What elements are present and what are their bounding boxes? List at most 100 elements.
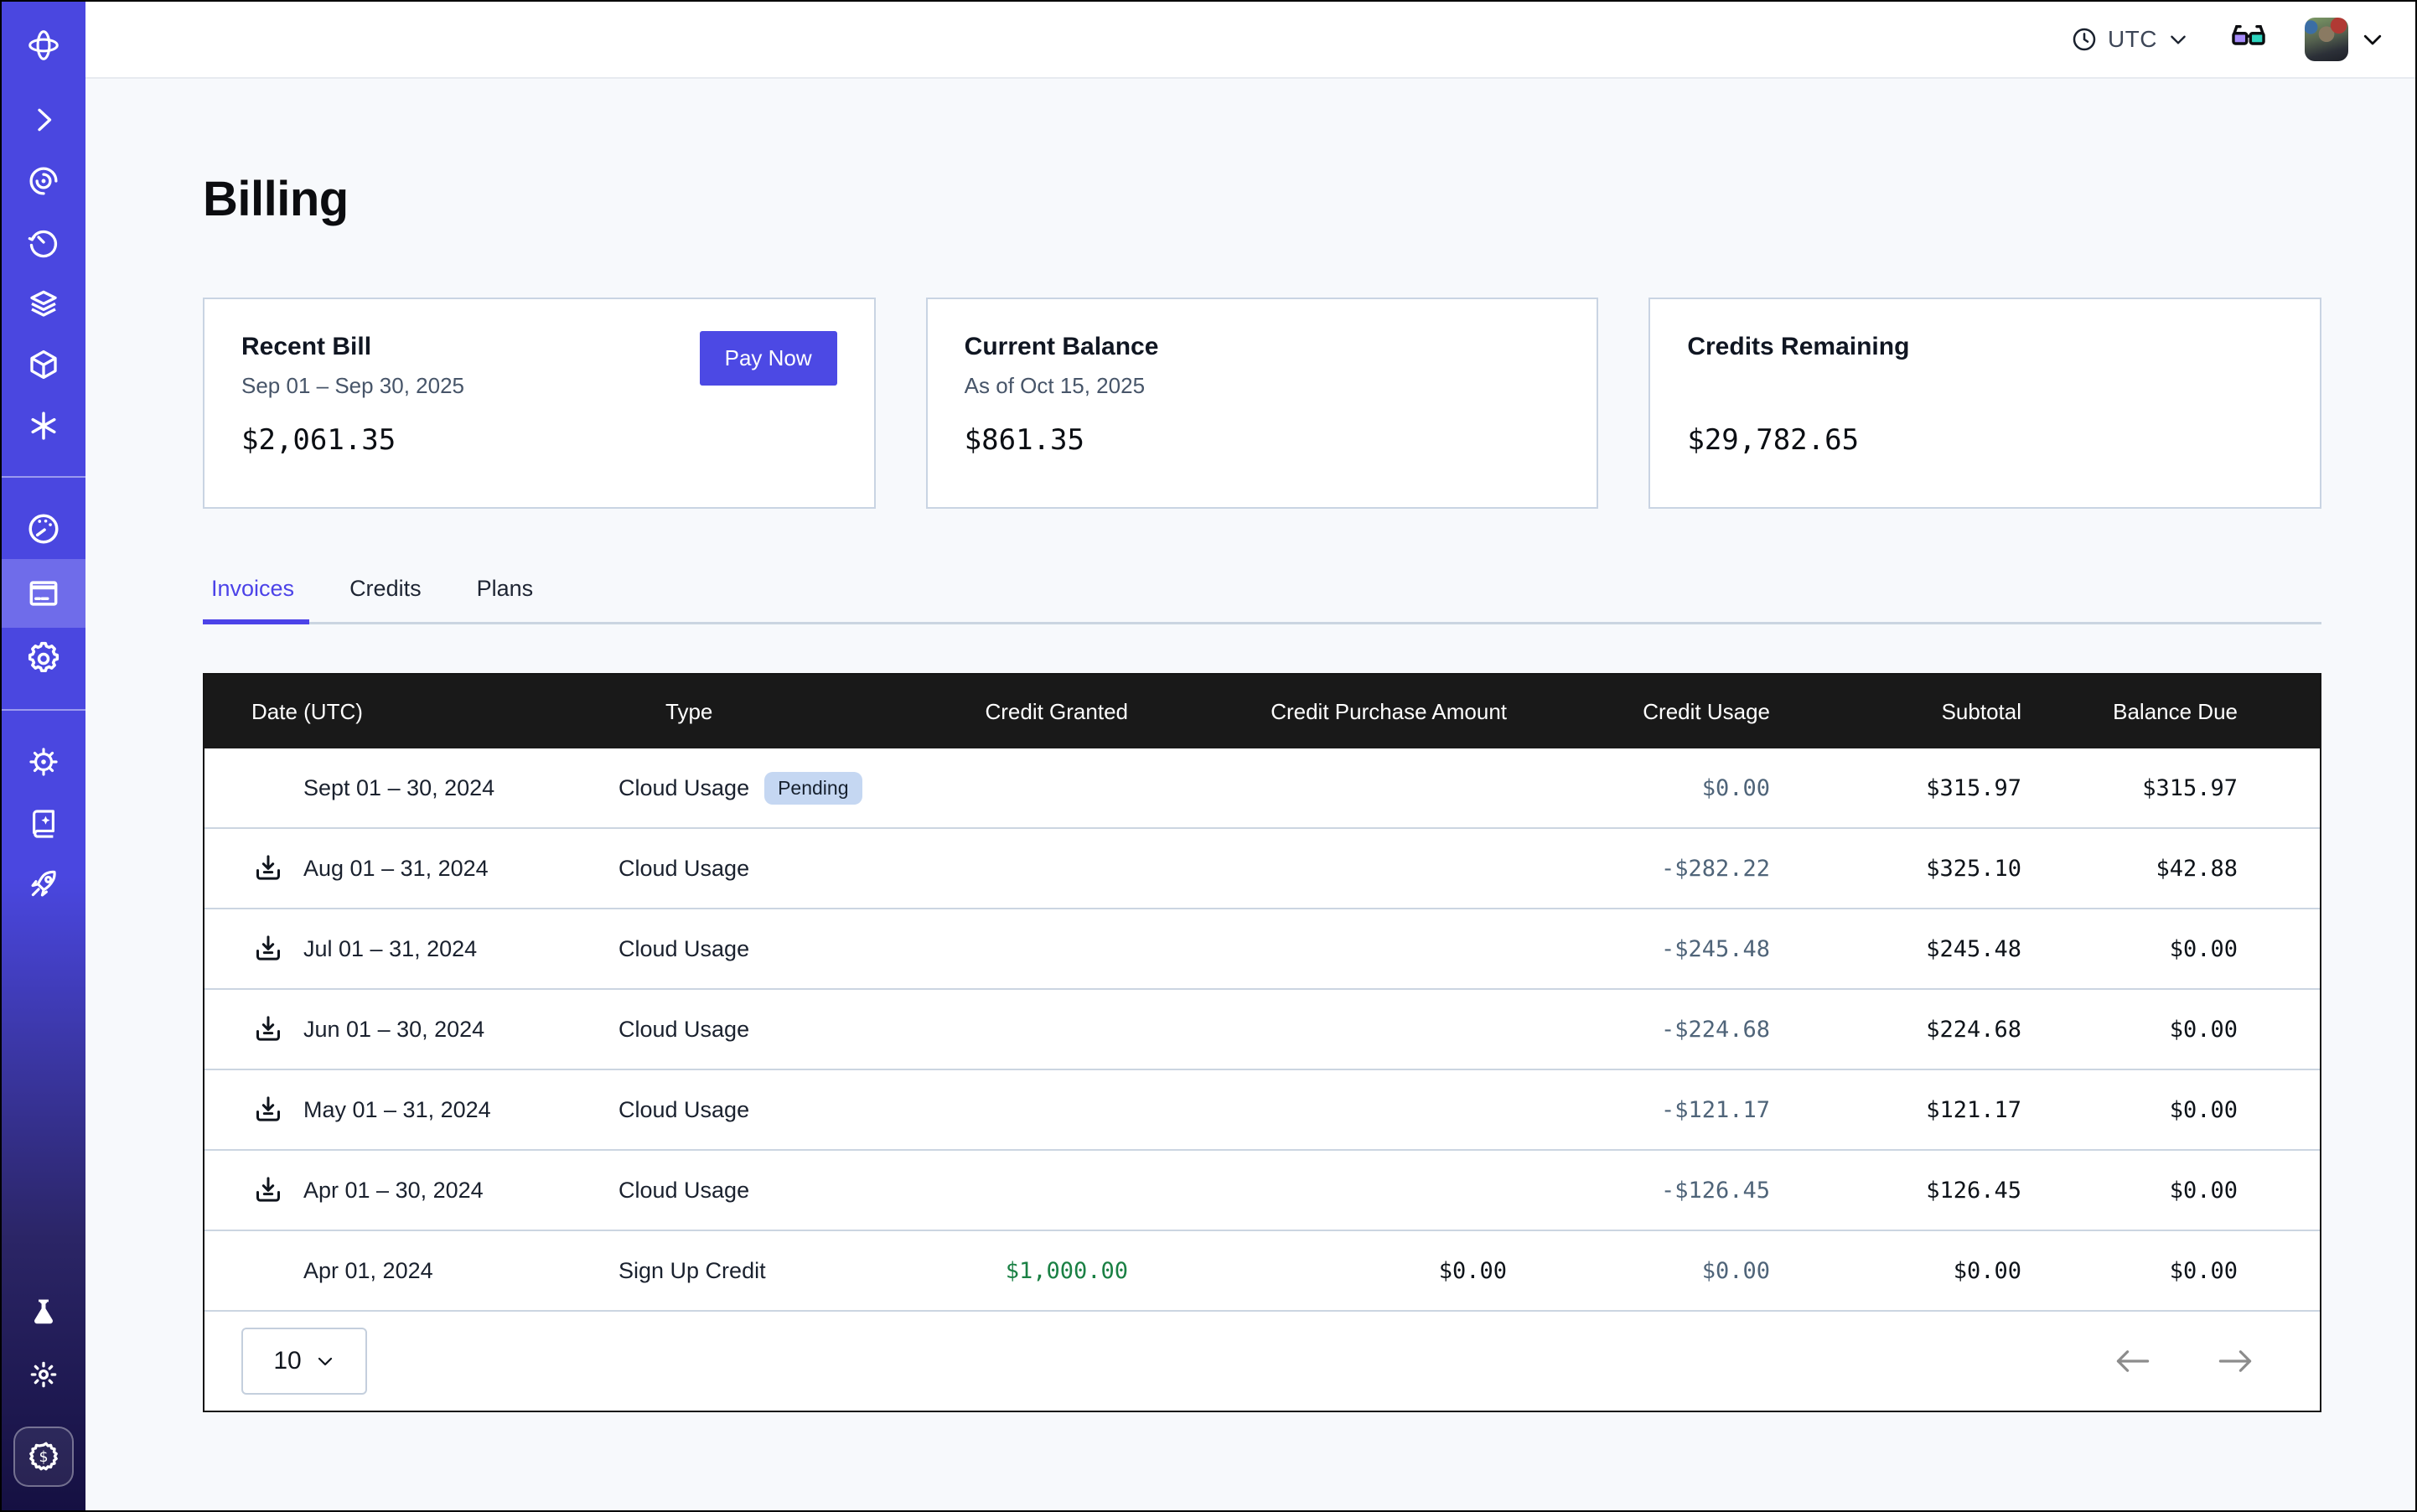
timezone-selector[interactable]: UTC xyxy=(2071,26,2189,53)
timezone-label: UTC xyxy=(2108,26,2157,53)
column-header: Credit Granted xyxy=(920,699,1128,725)
sidebar-item-settings[interactable] xyxy=(2,628,85,689)
column-header: Credit Purchase Amount xyxy=(1128,699,1507,725)
download-invoice-button[interactable] xyxy=(251,852,303,885)
usage-gauge-icon xyxy=(25,510,62,547)
card-title: Current Balance xyxy=(965,333,1560,361)
support-helm-icon xyxy=(26,744,61,779)
sidebar-item-theme-toggle[interactable] xyxy=(2,1344,85,1405)
download-invoice-button[interactable] xyxy=(251,932,303,966)
invoice-date-cell: Apr 01 – 30, 2024 xyxy=(204,1173,618,1207)
sidebar-item-layers[interactable] xyxy=(2,272,85,334)
tab-invoices[interactable]: Invoices xyxy=(208,576,298,622)
pagination xyxy=(2109,1343,2259,1380)
invoice-date: Jun 01 – 30, 2024 xyxy=(303,1017,484,1043)
billing-tabs: Invoices Credits Plans xyxy=(203,576,2321,624)
download-invoice-button[interactable] xyxy=(251,1173,303,1207)
balance-due-value: $0.00 xyxy=(2021,1017,2320,1043)
3d-glasses-icon xyxy=(2229,23,2268,56)
sidebar-item-history[interactable] xyxy=(2,211,85,272)
viewer-mode-button[interactable] xyxy=(2229,23,2268,56)
status-badge: Pending xyxy=(764,772,862,805)
credit-usage-value: -$282.22 xyxy=(1507,856,1770,882)
previous-page-button[interactable] xyxy=(2109,1343,2157,1380)
subtotal-value: $245.48 xyxy=(1770,936,2021,962)
download-invoice-button[interactable] xyxy=(251,1093,303,1126)
recent-bill-card: Recent Bill Sep 01 – Sep 30, 2025 $2,061… xyxy=(203,298,876,509)
download-icon xyxy=(251,1093,285,1126)
credits-remaining-amount: $29,782.65 xyxy=(1687,423,2283,457)
sidebar-item-launch[interactable] xyxy=(2,853,85,914)
balance-due-value: $315.97 xyxy=(2021,775,2320,801)
credit-usage-value: -$126.45 xyxy=(1507,1178,1770,1204)
balance-due-value: $0.00 xyxy=(2021,1178,2320,1204)
invoice-type: Cloud Usage xyxy=(618,1178,749,1204)
sidebar-item-support[interactable] xyxy=(2,731,85,792)
download-icon xyxy=(251,932,285,966)
subtotal-value: $315.97 xyxy=(1770,775,2021,801)
container-cube-icon xyxy=(26,347,61,382)
rows-per-page-select[interactable]: 10 xyxy=(241,1328,367,1395)
clock-icon xyxy=(2071,26,2098,53)
tab-plans[interactable]: Plans xyxy=(474,576,537,622)
sidebar-item-billing[interactable] xyxy=(2,559,85,628)
sidebar-item-containers[interactable] xyxy=(2,334,85,395)
credit-granted-value: $1,000.00 xyxy=(920,1258,1128,1284)
avatar[interactable] xyxy=(2305,18,2348,61)
column-header: Balance Due xyxy=(2021,699,2320,725)
expand-sidebar-button[interactable] xyxy=(2,89,85,150)
invoice-type: Cloud Usage xyxy=(618,1097,749,1123)
column-header: Credit Usage xyxy=(1507,699,1770,725)
sidebar-item-sessions[interactable] xyxy=(2,150,85,211)
pay-now-button[interactable]: Pay Now xyxy=(700,331,837,386)
invoice-type-cell: Cloud Usage xyxy=(618,1178,920,1204)
sidebar-item-docs[interactable] xyxy=(2,792,85,853)
invoice-date: May 01 – 31, 2024 xyxy=(303,1097,491,1123)
column-header: Date (UTC) xyxy=(204,699,618,725)
credit-purchase-value: $0.00 xyxy=(1128,1258,1507,1284)
credit-usage-value: -$224.68 xyxy=(1507,1017,1770,1043)
invoice-type: Cloud Usage xyxy=(618,1017,749,1043)
tab-credits[interactable]: Credits xyxy=(346,576,425,622)
sidebar-item-experiments[interactable] xyxy=(2,1282,85,1344)
next-page-button[interactable] xyxy=(2211,1343,2259,1380)
invoice-date-cell: Jul 01 – 31, 2024 xyxy=(204,932,618,966)
invoice-date: Sept 01 – 30, 2024 xyxy=(303,775,494,801)
table-row: Jul 01 – 31, 2024 Cloud Usage -$245.48 $… xyxy=(204,909,2320,990)
credits-promo-button[interactable]: $ xyxy=(13,1427,74,1487)
sessions-spiral-icon xyxy=(26,163,61,199)
summary-cards: Recent Bill Sep 01 – Sep 30, 2025 $2,061… xyxy=(203,298,2321,509)
topbar: UTC xyxy=(85,2,2415,79)
balance-due-value: $0.00 xyxy=(2021,1097,2320,1123)
download-invoice-button[interactable] xyxy=(251,1012,303,1046)
current-balance-card: Current Balance As of Oct 15, 2025 $861.… xyxy=(926,298,1599,509)
invoice-type-cell: Cloud Usage xyxy=(618,1097,920,1123)
account-menu-chevron-icon[interactable] xyxy=(2360,27,2385,52)
invoice-date: Aug 01 – 31, 2024 xyxy=(303,856,489,882)
invoice-date: Jul 01 – 31, 2024 xyxy=(303,936,477,962)
invoices-table: Date (UTC)TypeCredit GrantedCredit Purch… xyxy=(203,673,2321,1412)
balance-due-value: $0.00 xyxy=(2021,1258,2320,1284)
table-footer: 10 xyxy=(204,1312,2320,1411)
table-row: Apr 01 – 30, 2024 Cloud Usage -$126.45 $… xyxy=(204,1151,2320,1231)
main-content: Billing Recent Bill Sep 01 – Sep 30, 202… xyxy=(85,79,2415,1510)
download-icon xyxy=(251,1173,285,1207)
column-header: Type xyxy=(618,699,920,725)
card-subtitle: As of Oct 15, 2025 xyxy=(965,373,1560,400)
invoice-date-cell: May 01 – 31, 2024 xyxy=(204,1093,618,1126)
balance-due-value: $42.88 xyxy=(2021,856,2320,882)
invoice-type-cell: Sign Up Credit xyxy=(618,1258,920,1284)
invoice-type-cell: Cloud Usage xyxy=(618,856,920,882)
sidebar-item-usage[interactable] xyxy=(2,498,85,559)
arrow-right-icon xyxy=(2216,1348,2254,1375)
logo[interactable] xyxy=(2,2,85,89)
chevron-right-icon xyxy=(27,103,60,137)
subtotal-value: $126.45 xyxy=(1770,1178,2021,1204)
sidebar-item-secrets[interactable] xyxy=(2,395,85,456)
invoice-table-header: Date (UTC)TypeCredit GrantedCredit Purch… xyxy=(204,675,2320,748)
invoice-type-cell: Cloud Usage Pending xyxy=(618,772,920,805)
invoice-date-cell: Apr 01, 2024 xyxy=(204,1254,618,1287)
theme-sun-icon xyxy=(26,1357,61,1392)
credit-usage-value: -$121.17 xyxy=(1507,1097,1770,1123)
invoice-date-cell: Jun 01 – 30, 2024 xyxy=(204,1012,618,1046)
